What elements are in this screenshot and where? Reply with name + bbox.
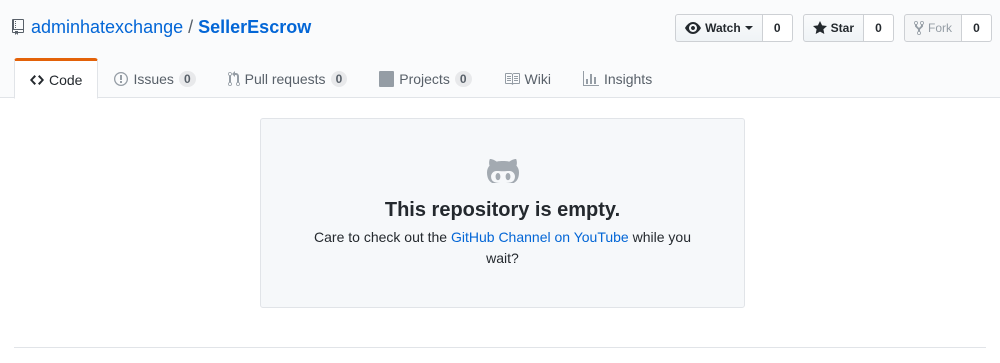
- issue-icon: [114, 72, 129, 86]
- star-button[interactable]: Star: [802, 14, 864, 42]
- path-separator: /: [188, 17, 194, 37]
- empty-repo-blankslate: This repository is empty. Care to check …: [260, 118, 745, 308]
- tab-issues[interactable]: Issues 0: [98, 58, 211, 98]
- tab-code-label: Code: [49, 71, 83, 88]
- book-icon: [504, 73, 520, 85]
- eye-icon: [685, 22, 702, 34]
- watch-button[interactable]: Watch: [675, 14, 763, 42]
- issues-counter: 0: [178, 71, 196, 87]
- projects-counter: 0: [454, 71, 472, 87]
- tab-projects[interactable]: Projects 0: [363, 58, 487, 98]
- fork-label: Fork: [928, 21, 952, 35]
- watch-count[interactable]: 0: [762, 14, 793, 42]
- blankslate-title: This repository is empty.: [384, 199, 621, 221]
- youtube-channel-link[interactable]: GitHub Channel on YouTube: [451, 229, 629, 245]
- fork-icon: [914, 20, 924, 36]
- repo-icon: [12, 19, 24, 35]
- fork-count[interactable]: 0: [962, 14, 992, 42]
- blankslate-text-before: Care to check out the: [314, 229, 451, 245]
- pull-request-icon: [227, 71, 240, 87]
- repo-name-link[interactable]: SellerEscrow: [198, 16, 311, 38]
- tab-issues-label: Issues: [133, 71, 174, 87]
- star-icon: [812, 21, 827, 34]
- star-count[interactable]: 0: [864, 14, 894, 42]
- fork-button[interactable]: Fork: [904, 14, 962, 42]
- code-icon: [30, 74, 44, 85]
- octoface-icon: [487, 159, 519, 183]
- tab-projects-label: Projects: [399, 71, 450, 87]
- repo-header: adminhatexchange / SellerEscrow Watch 0: [0, 0, 1000, 99]
- tab-insights-label: Insights: [603, 71, 653, 87]
- project-icon: [379, 71, 395, 87]
- repo-title: adminhatexchange / SellerEscrow: [12, 16, 311, 38]
- repo-actions: Watch 0 Star 0 Fork 0: [665, 14, 992, 42]
- star-group: Star 0: [802, 14, 894, 42]
- repo-owner-link[interactable]: adminhatexchange: [31, 16, 183, 38]
- star-label: Star: [830, 21, 854, 35]
- graph-icon: [582, 71, 599, 86]
- tab-wiki[interactable]: Wiki: [488, 58, 567, 98]
- tab-code[interactable]: Code: [14, 58, 99, 99]
- tab-insights[interactable]: Insights: [567, 58, 668, 98]
- tab-pull-requests-label: Pull requests: [244, 71, 326, 87]
- watch-label: Watch: [705, 21, 741, 35]
- fork-group: Fork 0: [904, 14, 992, 42]
- watch-group: Watch 0: [675, 14, 793, 42]
- blankslate-text: Care to check out the GitHub Channel on …: [301, 227, 704, 269]
- caret-down-icon: [744, 26, 753, 30]
- pull-requests-counter: 0: [330, 71, 348, 87]
- tab-pull-requests[interactable]: Pull requests 0: [212, 58, 364, 98]
- tab-wiki-label: Wiki: [524, 71, 551, 87]
- repo-nav: Code Issues 0 Pull requests 0 Projects 0: [14, 58, 668, 99]
- footer-divider: [14, 347, 986, 348]
